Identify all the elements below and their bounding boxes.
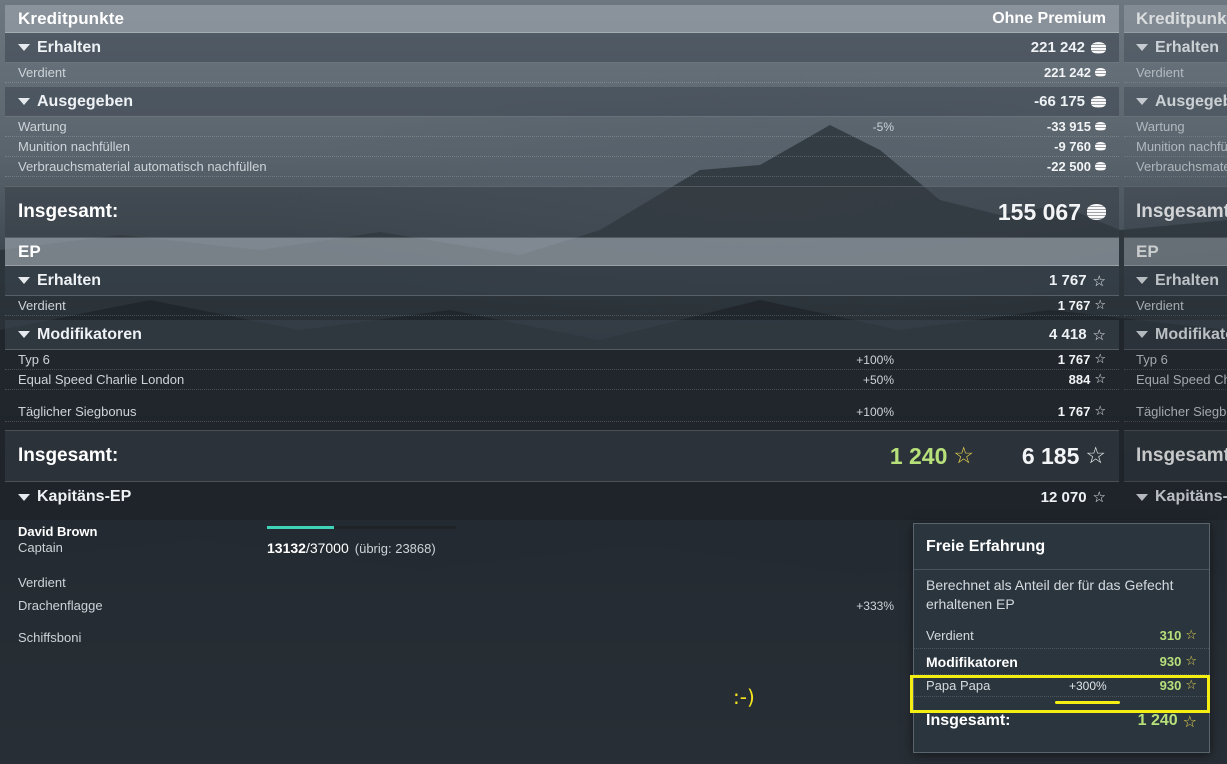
triangle-down-icon	[1136, 493, 1148, 501]
credits-title: Kreditpunkte	[18, 8, 125, 28]
free-xp-tooltip: Freie Erfahrung Berechnet als Anteil der…	[913, 523, 1210, 753]
premium-column-panel: Kreditpunkte Erhalten Verdient Ausgegebe…	[1124, 5, 1227, 512]
star-icon: ☆	[1092, 325, 1106, 344]
section-label: Ausgegeben	[37, 92, 134, 110]
star-icon: ☆	[1185, 628, 1197, 643]
list-item: Verdient 221 242	[5, 63, 1119, 83]
credit-coin-icon	[1095, 68, 1106, 77]
star-icon: ☆	[1094, 404, 1106, 419]
star-icon: ☆	[1094, 372, 1106, 387]
triangle-down-icon	[1136, 98, 1148, 105]
credit-coin-icon	[1091, 41, 1106, 54]
list-item: Equal Speed Charlie London +50% 884 ☆	[5, 370, 1119, 390]
ep-total-row: Insgesamt: 1 240 ☆ 6 185 ☆	[5, 430, 1119, 482]
highlight-underline	[1055, 701, 1120, 704]
triangle-down-icon	[1136, 44, 1148, 51]
list-item: Typ 6 +100% 1 767 ☆	[5, 350, 1119, 370]
triangle-down-icon	[18, 493, 30, 501]
list-item: Verdient 1 767 ☆	[5, 296, 1119, 316]
credits-spent-section[interactable]: Ausgegeben -66 175	[5, 87, 1119, 117]
tooltip-description: Berechnet als Anteil der für das Gefecht…	[926, 577, 1174, 612]
ep-total-value: 6 185 ☆	[1021, 442, 1106, 470]
tooltip-modifiers-row: Modifikatoren 930 ☆	[914, 649, 1209, 675]
credit-coin-icon	[1087, 204, 1106, 220]
credits-header: Kreditpunkte Ohne Premium	[5, 5, 1119, 33]
triangle-down-icon	[18, 277, 30, 284]
tooltip-earned-row: Verdient 310 ☆	[914, 623, 1209, 649]
credits-received-section[interactable]: Erhalten 221 242	[5, 33, 1119, 63]
section-label: Erhalten	[37, 38, 102, 56]
star-icon: ☆	[1092, 271, 1106, 290]
star-icon: ☆	[1185, 654, 1197, 669]
captain-xp-progress	[267, 526, 456, 529]
section-value: -66 175	[1034, 93, 1106, 110]
list-item: Wartung -5% -33 915	[5, 117, 1119, 137]
captain-xp-text: 13132/37000 (übrig: 23868)	[267, 540, 436, 556]
star-icon: ☆	[1094, 298, 1106, 313]
annotation-smiley: :-)	[733, 685, 755, 709]
tooltip-title: Freie Erfahrung	[914, 524, 1209, 570]
list-item: Munition nachfüllen -9 760	[5, 137, 1119, 157]
star-icon: ☆	[1092, 488, 1106, 506]
triangle-down-icon	[18, 98, 30, 105]
star-icon: ☆	[1094, 352, 1106, 367]
free-xp-total[interactable]: 1 240 ☆	[890, 443, 974, 470]
highlight-box	[910, 675, 1210, 713]
credit-coin-icon	[1091, 95, 1106, 108]
triangle-down-icon	[18, 44, 30, 51]
credit-coin-icon	[1095, 162, 1106, 171]
credits-total-row: Insgesamt: 155 067	[5, 186, 1119, 238]
ep-received-section[interactable]: Erhalten 1 767 ☆	[5, 266, 1119, 296]
star-icon: ☆	[953, 443, 974, 469]
triangle-down-icon	[1136, 331, 1148, 338]
section-value: 221 242	[1031, 39, 1106, 56]
list-item: Verbrauchsmaterial automatisch nachfülle…	[5, 157, 1119, 177]
column-label-no-premium: Ohne Premium	[992, 9, 1106, 27]
ep-modifiers-section[interactable]: Modifikatoren 4 418 ☆	[5, 320, 1119, 350]
credits-total-value: 155 067	[998, 199, 1106, 226]
triangle-down-icon	[1136, 277, 1148, 284]
captain-ep-section[interactable]: Kapitäns-EP 12 070 ☆	[5, 482, 1119, 512]
ep-header: EP	[5, 238, 1119, 266]
star-icon: ☆	[1085, 443, 1106, 469]
triangle-down-icon	[18, 331, 30, 338]
credit-coin-icon	[1095, 122, 1106, 131]
list-item: Täglicher Siegbonus +100% 1 767 ☆	[5, 402, 1119, 422]
star-icon: ☆	[1182, 711, 1197, 731]
credit-coin-icon	[1095, 142, 1106, 151]
